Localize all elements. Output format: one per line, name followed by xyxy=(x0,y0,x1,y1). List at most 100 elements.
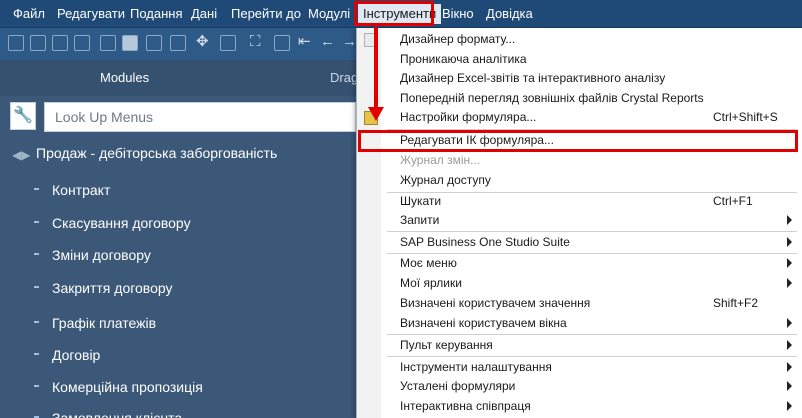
menu-item-my-shortcuts[interactable]: Мої ярлики xyxy=(357,274,802,294)
menu-item-cockpit[interactable]: Пульт керування xyxy=(357,336,802,356)
menu-item-label: Дизайнер формату... xyxy=(400,32,516,46)
menu-item-access-log[interactable]: Журнал доступу xyxy=(357,171,802,191)
module-item-label: Договір xyxy=(52,347,101,363)
menu-item-label: Визначені користувачем вікна xyxy=(400,316,567,330)
print-preview-icon[interactable] xyxy=(8,35,24,51)
submenu-arrow-icon xyxy=(787,237,792,247)
highlight-frame-edit-form-ui xyxy=(358,130,798,152)
menu-separator xyxy=(387,231,797,232)
module-item[interactable]: Графік платежів xyxy=(0,309,360,339)
bullet-icon xyxy=(34,188,39,190)
module-item[interactable]: Закриття договору xyxy=(0,274,360,304)
module-item[interactable]: Комерційна пропозиція xyxy=(0,373,360,403)
module-item[interactable]: Скасування договору xyxy=(0,209,360,239)
excel-export-icon[interactable] xyxy=(122,35,138,51)
email-icon[interactable] xyxy=(52,35,68,51)
submenu-arrow-icon xyxy=(787,401,792,411)
menu-search-box xyxy=(44,102,356,132)
menu-file[interactable]: Файл xyxy=(8,4,50,24)
menu-item-label: Інтерактивна співпраця xyxy=(400,399,531,413)
menu-item-user-defined-values[interactable]: Визначені користувачем значення Shift+F2 xyxy=(357,294,802,314)
menu-item-shortcut: Ctrl+F1 xyxy=(713,194,753,208)
module-item-label: Контракт xyxy=(52,182,111,198)
sms-icon[interactable] xyxy=(74,35,90,51)
submenu-arrow-icon xyxy=(787,318,792,328)
submenu-arrow-icon xyxy=(787,258,792,268)
menu-search-input[interactable] xyxy=(45,103,355,131)
menu-item-drilldown-analytics[interactable]: Проникаюча аналітика xyxy=(357,50,802,70)
modules-title[interactable]: Modules xyxy=(100,70,149,85)
module-item[interactable]: Контракт xyxy=(0,176,360,206)
menu-goto[interactable]: Перейти до xyxy=(226,4,306,24)
bullet-icon xyxy=(34,221,39,223)
menu-item-label: Усталені формуляри xyxy=(400,379,516,393)
menu-item-excel-report-designer[interactable]: Дизайнер Excel-звітів та інтерактивного … xyxy=(357,69,802,89)
print-icon[interactable] xyxy=(30,35,46,51)
submenu-arrow-icon xyxy=(787,381,792,391)
menu-modules[interactable]: Модулі xyxy=(303,4,355,24)
module-item[interactable]: Договір xyxy=(0,341,360,371)
menu-item-label: Інструменти налаштування xyxy=(400,360,552,374)
submenu-arrow-icon xyxy=(787,340,792,350)
drag-tab[interactable]: Drag xyxy=(330,70,358,85)
menu-item-label: Визначені користувачем значення xyxy=(400,296,591,310)
menu-item-customization-tools[interactable]: Інструменти налаштування xyxy=(357,358,802,378)
bullet-icon xyxy=(34,321,39,323)
module-item[interactable]: Замовлення клієнта xyxy=(0,404,360,418)
menu-item-form-settings[interactable]: Настройки формуляра... Ctrl+Shift+S xyxy=(357,108,802,128)
submenu-arrow-icon xyxy=(787,278,792,288)
menu-item-find[interactable]: Шукати Ctrl+F1 xyxy=(357,192,802,212)
next-record-icon[interactable]: → xyxy=(342,33,357,51)
word-export-icon[interactable] xyxy=(146,35,162,51)
menu-item-queries[interactable]: Запити xyxy=(357,211,802,231)
menu-window[interactable]: Вікно xyxy=(437,4,479,24)
toolbar: ✥ ⛶ ⇤ ← → xyxy=(0,28,360,60)
menu-view[interactable]: Подання xyxy=(125,4,188,24)
module-item-label: Графік платежів xyxy=(52,315,157,331)
menu-item-interactive-collaboration[interactable]: Інтерактивна співпраця xyxy=(357,397,802,417)
expand-arrow-icon[interactable]: ◀▶ xyxy=(12,148,30,162)
module-item-label: Комерційна пропозиція xyxy=(52,379,203,395)
add-icon[interactable] xyxy=(274,35,290,51)
menu-item-label: Журнал доступу xyxy=(400,173,491,187)
module-group-title[interactable]: Продаж - дебіторська заборгованість xyxy=(36,145,277,161)
menu-item-label: Журнал змін... xyxy=(400,153,481,167)
menu-help[interactable]: Довідка xyxy=(481,4,538,24)
bullet-icon xyxy=(34,353,39,355)
annotation-arrow-shaft xyxy=(374,27,378,109)
menu-item-label: Шукати xyxy=(400,194,442,208)
annotation-arrow-head xyxy=(368,107,384,121)
previous-record-icon[interactable]: ← xyxy=(320,33,335,51)
menu-item-user-defined-windows[interactable]: Визначені користувачем вікна xyxy=(357,314,802,334)
menu-separator xyxy=(387,356,797,357)
menu-edit[interactable]: Редагувати xyxy=(52,4,130,24)
menu-item-label: Пульт керування xyxy=(400,338,493,352)
tools-dropdown-menu: Дизайнер формату... Проникаюча аналітика… xyxy=(356,28,802,418)
fax-icon[interactable] xyxy=(100,35,116,51)
menu-item-format-designer[interactable]: Дизайнер формату... xyxy=(357,30,802,50)
module-item-label: Замовлення клієнта xyxy=(52,410,183,418)
module-item-label: Зміни договору xyxy=(52,247,151,263)
menu-item-label: Настройки формуляра... xyxy=(400,110,537,124)
first-record-icon[interactable]: ⇤ xyxy=(298,33,311,51)
highlight-frame-tools-menu xyxy=(354,1,434,26)
menu-item-label: Моє меню xyxy=(400,256,457,270)
menu-item-default-forms[interactable]: Усталені формуляри xyxy=(357,377,802,397)
menu-item-change-log[interactable]: Журнал змін... xyxy=(357,151,802,171)
menu-item-label: Запити xyxy=(400,213,440,227)
menu-data[interactable]: Дані xyxy=(186,4,222,24)
menu-item-my-menu[interactable]: Моє меню xyxy=(357,254,802,274)
module-item[interactable]: Зміни договору xyxy=(0,241,360,271)
menu-item-studio-suite[interactable]: SAP Business One Studio Suite xyxy=(357,233,802,253)
form-settings-icon[interactable] xyxy=(220,35,236,51)
wrench-icon[interactable]: 🔧 xyxy=(10,102,36,130)
pdf-export-icon[interactable] xyxy=(170,35,186,51)
menu-separator xyxy=(387,334,797,335)
move-icon[interactable]: ✥ xyxy=(196,33,209,51)
bullet-icon xyxy=(34,253,39,255)
submenu-arrow-icon xyxy=(787,215,792,225)
menu-item-crystal-preview[interactable]: Попередній перегляд зовнішніх файлів Cry… xyxy=(357,89,802,109)
find-icon[interactable]: ⛶ xyxy=(250,33,261,51)
modules-header: Modules Drag xyxy=(0,60,360,96)
submenu-arrow-icon xyxy=(787,362,792,372)
